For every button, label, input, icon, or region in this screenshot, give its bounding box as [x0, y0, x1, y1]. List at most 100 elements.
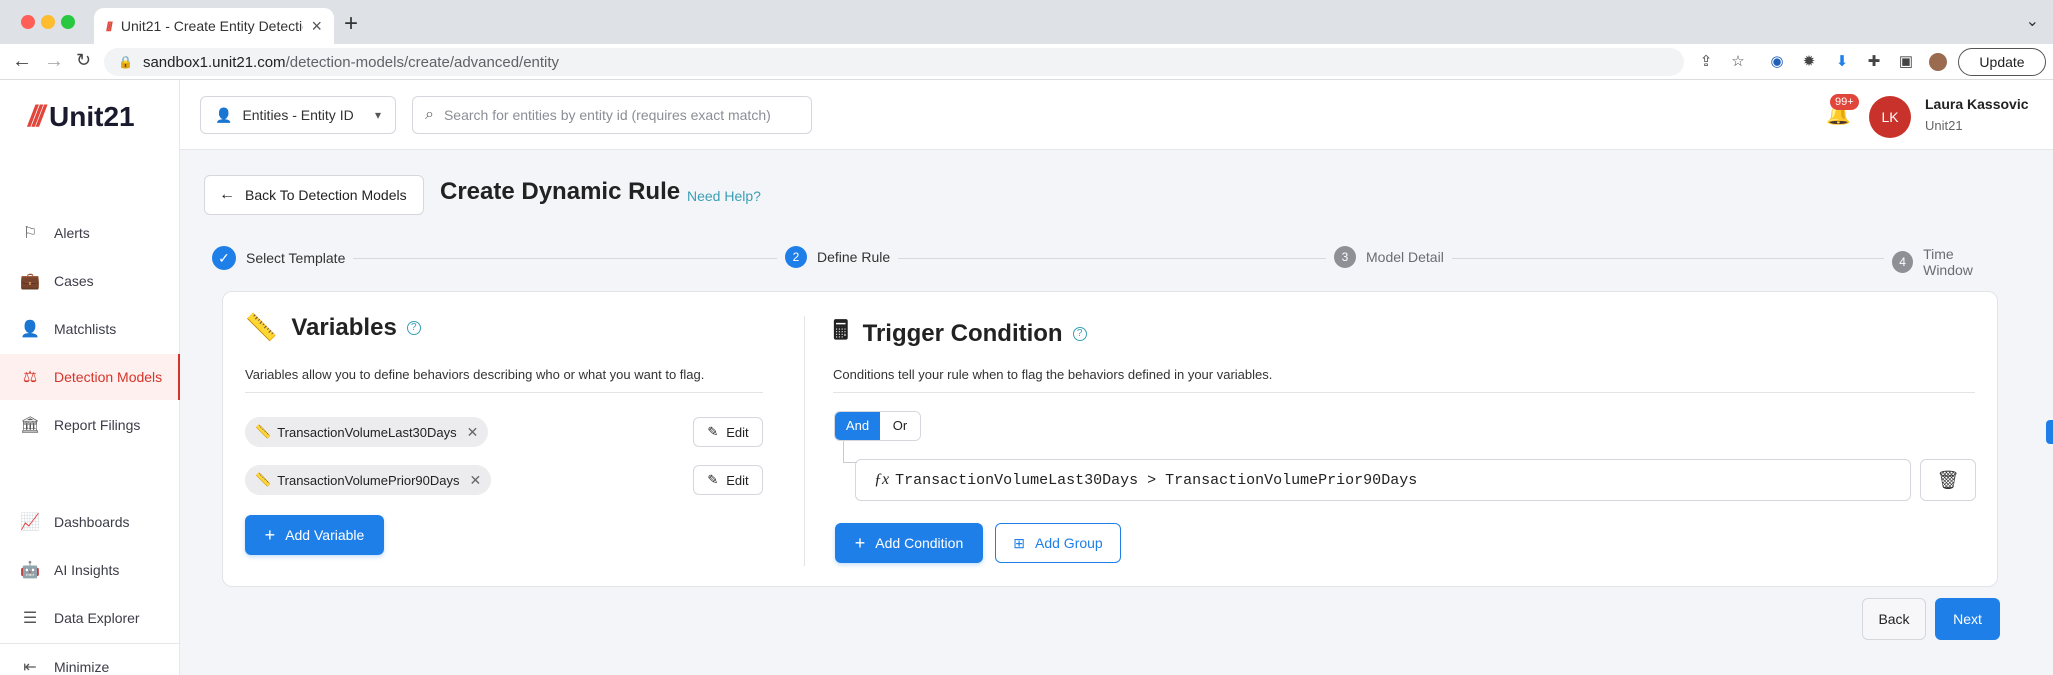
plus-icon: +: [264, 524, 276, 545]
next-button[interactable]: Next: [1935, 598, 2000, 640]
divider: [245, 392, 763, 393]
add-group-button[interactable]: ⊞ Add Group: [995, 523, 1121, 563]
logo-text: Unit21: [49, 101, 135, 132]
variables-title: 📏 Variables ?: [245, 312, 421, 343]
variables-title-text: Variables: [291, 313, 397, 341]
step-select-template[interactable]: ✓ Select Template: [212, 246, 354, 270]
search-list-icon: ☰: [22, 610, 38, 627]
check-icon: ✓: [212, 246, 236, 270]
share-icon[interactable]: ⇪: [1697, 53, 1715, 71]
sidebar-item-ai-insights[interactable]: 🤖 AI Insights: [0, 547, 180, 593]
edit-label: Edit: [726, 424, 749, 440]
sidebar-item-data-explorer[interactable]: ☰ Data Explorer: [0, 595, 180, 641]
browser-update-button[interactable]: Update: [1958, 48, 2046, 76]
sidebar-item-report-filings[interactable]: 🏛 Report Filings: [0, 402, 180, 448]
close-window-button[interactable]: [21, 15, 35, 29]
help-question-icon[interactable]: ?: [1072, 327, 1087, 341]
sidebar-item-dashboards[interactable]: 📈 Dashboards: [0, 499, 180, 545]
ruler-icon: 📏: [245, 312, 278, 342]
sidebar-item-alerts[interactable]: ⚐ Alerts: [0, 210, 180, 256]
avatar[interactable]: LK: [1869, 96, 1911, 138]
variable-chip[interactable]: 📏 TransactionVolumeLast30Days ✕: [245, 417, 489, 447]
edit-variable-button[interactable]: ✎ Edit: [693, 465, 763, 495]
sidebar-item-label: Report Filings: [54, 417, 141, 433]
or-toggle-button[interactable]: Or: [880, 412, 920, 440]
delete-condition-button[interactable]: 🗑: [1920, 459, 1976, 501]
close-icon[interactable]: ✕: [470, 472, 482, 489]
person-icon: 👤: [215, 106, 233, 123]
browser-tab[interactable]: /// Unit21 - Create Entity Detectio ×: [94, 8, 334, 44]
step-number: 3: [1334, 246, 1356, 268]
search-input[interactable]: [443, 107, 799, 123]
need-help-link[interactable]: Need Help?: [687, 188, 761, 204]
add-condition-button[interactable]: + Add Condition: [835, 523, 983, 563]
notification-badge: 99+: [1830, 94, 1859, 110]
back-label: Back To Detection Models: [245, 187, 407, 203]
maximize-window-button[interactable]: [61, 15, 75, 29]
entity-search[interactable]: ⌕: [412, 96, 812, 134]
step-define-rule[interactable]: 2 Define Rule: [777, 246, 899, 268]
edit-variable-button[interactable]: ✎ Edit: [693, 417, 763, 447]
close-tab-icon[interactable]: ×: [311, 16, 322, 37]
extension-2-icon[interactable]: ✹: [1800, 53, 1818, 71]
sidebar-item-cases[interactable]: 💼 Cases: [0, 258, 180, 304]
download-icon[interactable]: ⬇: [1833, 53, 1851, 71]
stepper: ✓ Select Template 2 Define Rule 3 Model …: [212, 246, 2012, 278]
trash-icon: 🗑: [1936, 470, 1960, 490]
side-feedback-tab[interactable]: [2046, 420, 2053, 444]
close-icon[interactable]: ✕: [467, 424, 479, 441]
robot-icon: 🤖: [20, 562, 40, 579]
back-arrow-icon[interactable]: ←: [12, 50, 32, 73]
ruler-icon: 📏: [255, 424, 272, 439]
back-button[interactable]: Back: [1862, 598, 1926, 640]
forward-arrow-icon[interactable]: →: [44, 50, 64, 73]
sidebar: /// Unit21 ⚐ Alerts 💼 Cases 👤 Matchlists…: [0, 80, 180, 675]
entity-type-select[interactable]: 👤 Entities - Entity ID ▾: [200, 96, 396, 134]
chart-icon: 📈: [20, 514, 40, 531]
sidebar-item-detection-models[interactable]: ⚖ Detection Models: [0, 354, 180, 400]
sidebar-item-matchlists[interactable]: 👤 Matchlists: [0, 306, 180, 352]
and-or-toggle: And Or: [834, 411, 921, 441]
url-host: sandbox1.unit21.com: [142, 53, 286, 71]
and-toggle-button[interactable]: And: [835, 412, 880, 440]
unit21-logo-mark-icon: ///: [28, 100, 45, 133]
divider: [833, 392, 1975, 393]
help-question-icon[interactable]: ?: [406, 320, 421, 335]
step-model-detail[interactable]: 3 Model Detail: [1326, 246, 1452, 268]
unit21-favicon-icon: ///: [106, 18, 113, 34]
user-name[interactable]: Laura Kassovic: [1925, 96, 2029, 112]
trigger-title-text: Trigger Condition: [862, 320, 1063, 347]
chevron-down-icon: ▾: [374, 108, 381, 122]
tab-search-chevron-icon[interactable]: ⌄: [2026, 11, 2039, 31]
url-field[interactable]: 🔒 sandbox1.unit21.com/detection-models/c…: [104, 48, 1684, 76]
profile-avatar-icon[interactable]: [1929, 53, 1947, 71]
section-divider: [804, 316, 805, 566]
minimize-window-button[interactable]: [41, 15, 55, 29]
condition-expression[interactable]: ƒx TransactionVolumeLast30Days > Transac…: [855, 459, 1911, 501]
app-top-bar: 👤 Entities - Entity ID ▾ ⌕ 🔔 99+ LK Laur…: [180, 80, 2053, 150]
bookmark-star-icon[interactable]: ☆: [1729, 53, 1747, 71]
step-number: 4: [1892, 251, 1914, 273]
function-fx-icon: ƒx: [874, 471, 890, 488]
add-variable-button[interactable]: + Add Variable: [245, 515, 384, 555]
unit21-logo[interactable]: /// Unit21: [28, 100, 135, 134]
pencil-icon: ✎: [707, 424, 719, 439]
back-to-detection-models-button[interactable]: ← Back To Detection Models: [204, 175, 424, 215]
sidebar-minimize[interactable]: ⇤ Minimize: [0, 643, 180, 675]
new-tab-icon[interactable]: +: [344, 10, 358, 38]
arrow-left-icon: ←: [219, 186, 235, 203]
extension-1-icon[interactable]: ◉: [1768, 53, 1786, 71]
variable-chip[interactable]: 📏 TransactionVolumePrior90Days ✕: [245, 465, 492, 495]
bank-icon: 🏛: [20, 417, 41, 434]
side-panel-icon[interactable]: ▣: [1897, 53, 1915, 71]
step-time-window[interactable]: 4 Time Window: [1884, 246, 2012, 278]
condition-tree-connector: [843, 441, 857, 463]
puzzle-extensions-icon[interactable]: ✚: [1865, 53, 1883, 71]
reload-icon[interactable]: ↻: [76, 50, 91, 71]
flag-icon: ⚐: [22, 225, 38, 242]
briefcase-icon: 💼: [20, 273, 40, 290]
step-number: 2: [785, 246, 807, 268]
page-title: Create Dynamic Rule: [440, 178, 681, 205]
user-x-icon: 👤: [20, 321, 40, 338]
sidebar-item-label: Detection Models: [54, 369, 163, 385]
